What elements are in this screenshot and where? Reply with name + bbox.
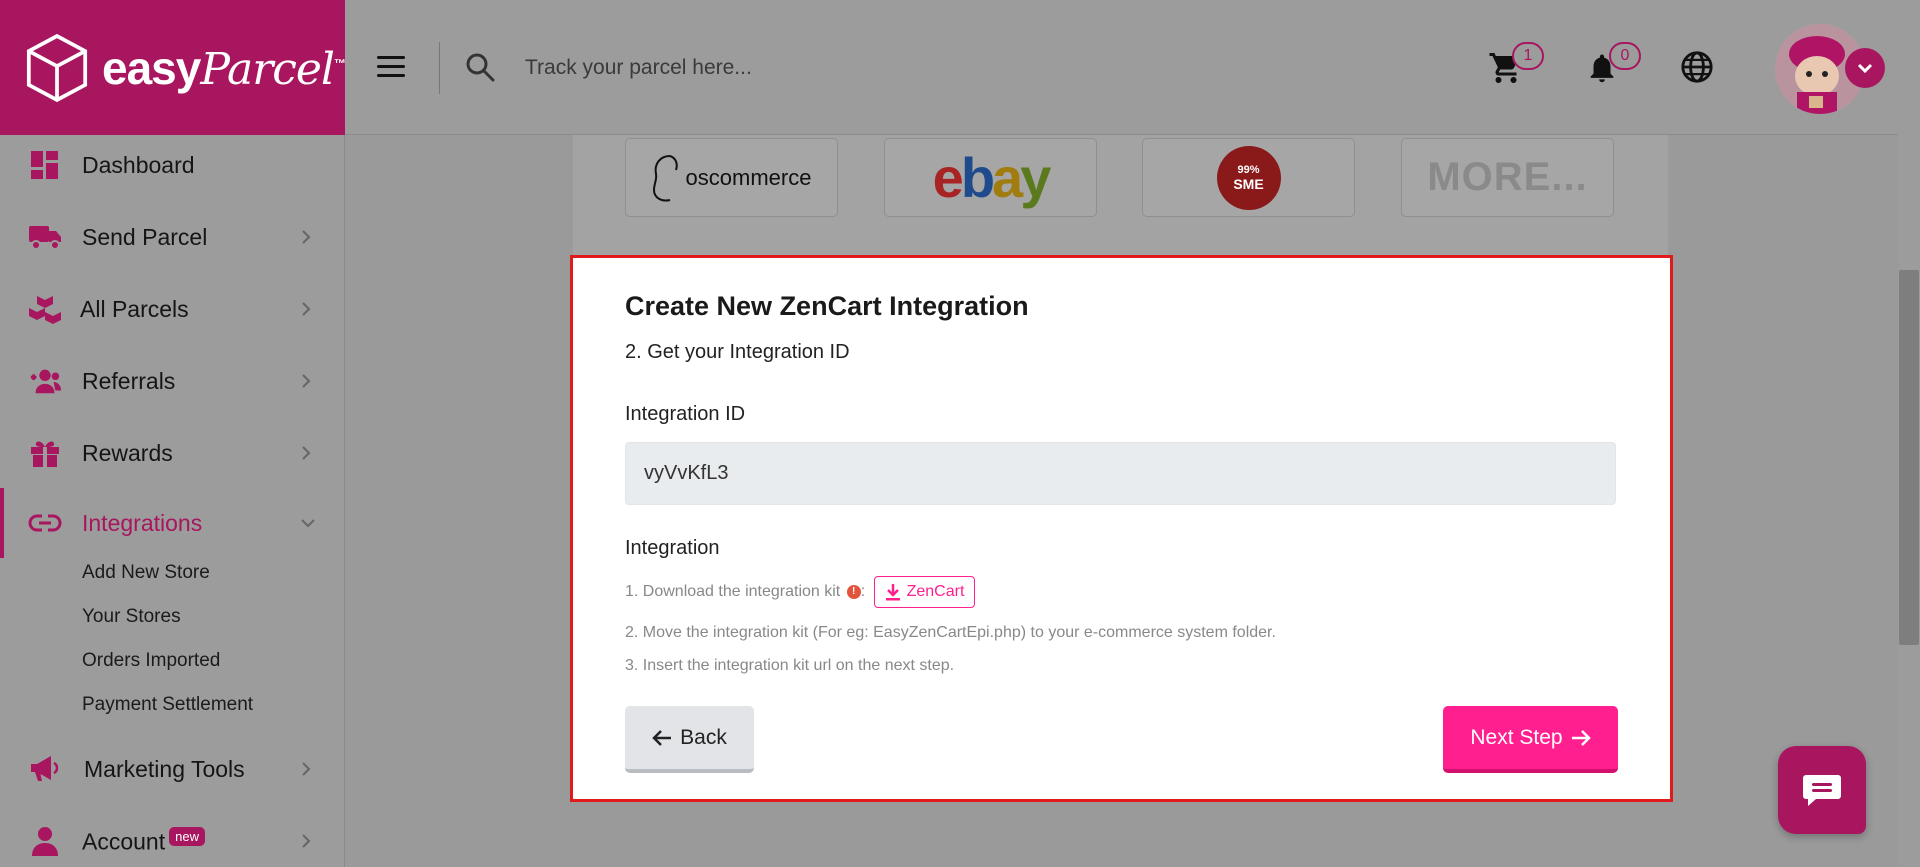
- scrollbar-thumb[interactable]: [1899, 270, 1919, 645]
- sidebar-subitem-orders-imported[interactable]: Orders Imported: [82, 650, 220, 672]
- menu-toggle-button[interactable]: [377, 56, 405, 78]
- chat-icon: [1803, 775, 1841, 806]
- ebay-letter-e: e: [932, 146, 964, 209]
- sidebar-item-label: All Parcels: [80, 295, 189, 322]
- boxes-icon: [29, 296, 61, 324]
- platform-ebay[interactable]: ebay: [884, 138, 1097, 217]
- sidebar-item-label: Referrals: [82, 367, 176, 394]
- back-button-label: Back: [680, 725, 727, 749]
- sidebar-item-label: Dashboard: [82, 151, 195, 178]
- chat-button[interactable]: [1778, 746, 1866, 834]
- step-subtitle: 2. Get your Integration ID: [625, 341, 850, 363]
- chevron-down-icon: [301, 519, 315, 528]
- next-step-button-label: Next Step: [1470, 725, 1563, 749]
- dashboard-icon: [31, 151, 58, 179]
- platform-more[interactable]: MORE...: [1401, 138, 1614, 217]
- oscommerce-label: oscommerce: [685, 164, 812, 190]
- more-label: MORE...: [1427, 155, 1588, 199]
- track-parcel-input[interactable]: [525, 48, 1125, 88]
- integration-id-label: Integration ID: [625, 403, 746, 425]
- download-zencart-button[interactable]: ZenCart: [873, 576, 976, 608]
- sidebar-item-label: Rewards: [82, 439, 173, 466]
- platform-sme[interactable]: 99% SME: [1142, 138, 1355, 217]
- modal-title: Create New ZenCart Integration: [625, 291, 1029, 321]
- sidebar-item-referrals[interactable]: Referrals: [0, 351, 345, 411]
- sidebar-item-label: Integrations: [82, 509, 203, 536]
- cart-button[interactable]: 1: [1488, 42, 1544, 91]
- sidebar-item-all-parcels[interactable]: All Parcels: [0, 279, 345, 339]
- sidebar-item-account[interactable]: Account new: [0, 811, 345, 867]
- megaphone-icon: [31, 756, 59, 781]
- kit-step-1-text: 1. Download the integration kit: [625, 583, 841, 601]
- chevron-right-icon: [302, 446, 311, 460]
- sidebar-item-send-parcel[interactable]: Send Parcel: [0, 207, 345, 267]
- chevron-down-icon: [1857, 63, 1873, 74]
- ebay-letter-y: y: [1020, 146, 1051, 209]
- sidebar-item-label: Send Parcel: [82, 223, 208, 250]
- logo[interactable]: easyParcel™: [0, 0, 346, 135]
- integration-modal: Create New ZenCart Integration 2. Get yo…: [570, 255, 1673, 802]
- sidebar-item-rewards[interactable]: Rewards: [0, 423, 345, 483]
- logo-text: easyParcel™: [102, 41, 346, 95]
- sidebar-subitem-add-new-store[interactable]: Add New Store: [82, 562, 210, 584]
- logo-box-icon: [26, 33, 88, 102]
- ebay-letter-a: a: [992, 146, 1023, 209]
- notifications-button[interactable]: 0: [1585, 42, 1641, 91]
- top-bar: 1 0: [345, 0, 1898, 135]
- platform-oscommerce[interactable]: oscommerce: [625, 138, 838, 217]
- sidebar-item-integrations[interactable]: Integrations: [0, 493, 345, 553]
- sidebar-subitem-payment-settlement[interactable]: Payment Settlement: [82, 694, 253, 716]
- header-divider: [439, 42, 440, 94]
- back-button[interactable]: Back: [625, 706, 754, 773]
- truck-icon: [29, 226, 61, 250]
- sidebar-item-label: Account new: [82, 826, 205, 856]
- ebay-logo: ebay: [932, 145, 1052, 210]
- chevron-right-icon: [302, 374, 311, 388]
- chevron-right-icon: [302, 834, 311, 848]
- language-button[interactable]: [1680, 50, 1714, 89]
- integration-id-field[interactable]: [625, 442, 1616, 505]
- account-dropdown-button[interactable]: [1845, 48, 1885, 88]
- notification-count-badge: 0: [1609, 42, 1641, 70]
- kit-step-1: 1. Download the integration kit !: ZenCa…: [625, 576, 976, 608]
- add-user-icon: [30, 369, 62, 394]
- integration-label: Integration: [625, 537, 720, 559]
- gift-icon: [31, 441, 59, 467]
- sidebar-subitem-your-stores[interactable]: Your Stores: [82, 606, 181, 628]
- new-badge: new: [169, 826, 205, 846]
- kit-step-3: 3. Insert the integration kit url on the…: [625, 657, 955, 674]
- chevron-right-icon: [302, 302, 311, 316]
- search-icon: [466, 53, 495, 82]
- chevron-right-icon: [302, 230, 311, 244]
- zencart-button-label: ZenCart: [906, 583, 965, 600]
- chevron-right-icon: [302, 762, 311, 776]
- info-icon[interactable]: !: [846, 585, 861, 600]
- kit-step-1-separator: :: [860, 583, 866, 601]
- oscommerce-logo-icon: [652, 154, 678, 201]
- sidebar-item-dashboard[interactable]: Dashboard: [0, 135, 345, 195]
- sidebar: Dashboard Send Parcel All Parcels Referr…: [0, 135, 345, 867]
- account-label: Account: [82, 828, 166, 855]
- ebay-letter-b: b: [960, 146, 995, 209]
- cart-count-badge: 1: [1512, 42, 1544, 70]
- link-icon: [28, 514, 62, 532]
- next-step-button[interactable]: Next Step: [1443, 706, 1618, 773]
- sidebar-item-marketing-tools[interactable]: Marketing Tools: [0, 739, 345, 799]
- globe-icon: [1681, 51, 1713, 83]
- download-icon: [885, 584, 900, 601]
- user-icon: [32, 827, 58, 856]
- arrow-left-icon: [652, 729, 672, 746]
- arrow-right-icon: [1571, 729, 1591, 746]
- sme-badge-icon: 99% SME: [1216, 145, 1281, 210]
- kit-step-2: 2. Move the integration kit (For eg: Eas…: [625, 624, 1276, 641]
- sidebar-item-label: Marketing Tools: [84, 755, 245, 782]
